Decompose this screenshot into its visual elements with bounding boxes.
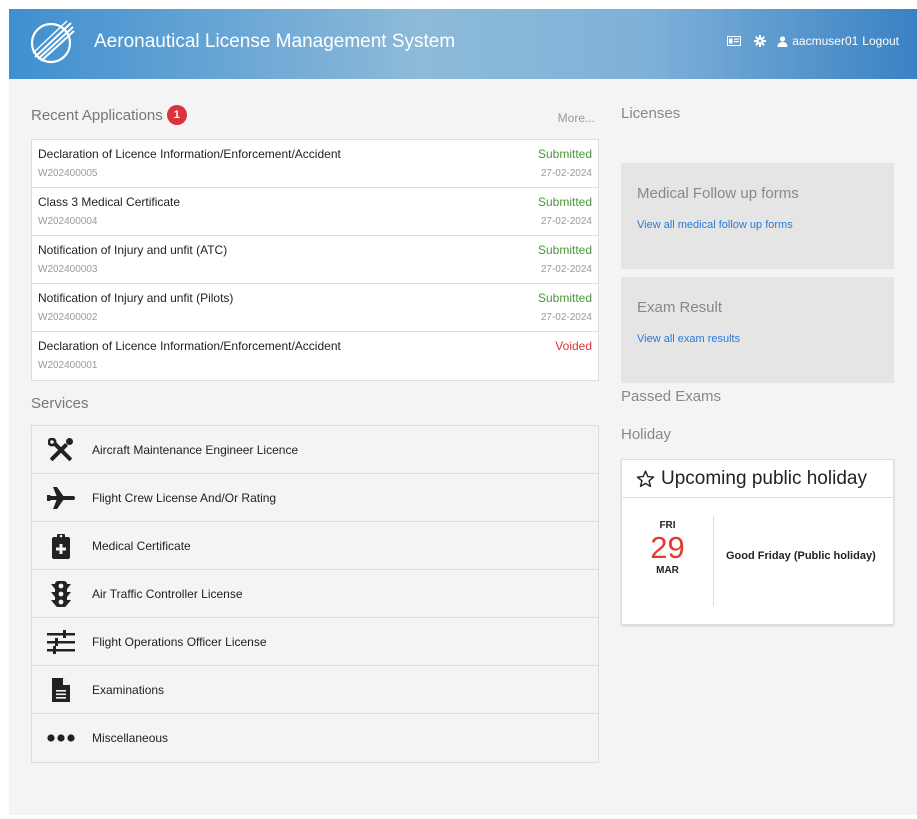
- holiday-name: Good Friday (Public holiday): [726, 550, 876, 562]
- medical-follow-up-panel: Medical Follow up forms View all medical…: [621, 163, 894, 269]
- logout-label: Logout: [862, 34, 899, 48]
- panel-title: Medical Follow up forms: [637, 185, 799, 202]
- application-date: 27-02-2024: [540, 264, 592, 275]
- status-badge: Submitted: [537, 147, 592, 161]
- list-item[interactable]: Notification of Injury and unfit (ATC) W…: [32, 236, 598, 284]
- header-actions: aacmuser01 Logout: [725, 33, 899, 49]
- status-badge: Voided: [555, 339, 592, 353]
- service-label: Examinations: [92, 682, 165, 697]
- more-link[interactable]: More...: [558, 111, 595, 125]
- panel-title: Exam Result: [637, 299, 723, 316]
- service-item-flight-crew[interactable]: Flight Crew License And/Or Rating: [32, 474, 598, 522]
- service-item-aircraft-maintenance[interactable]: Aircraft Maintenance Engineer Licence: [32, 426, 598, 474]
- holiday-month: MAR: [656, 565, 679, 576]
- recent-applications-header: Recent Applications 1: [31, 105, 599, 125]
- application-name: Notification of Injury and unfit (ATC): [38, 243, 228, 257]
- user-icon: [777, 35, 788, 47]
- status-badge: Submitted: [537, 195, 592, 209]
- plane-icon: [38, 486, 84, 510]
- service-label: Aircraft Maintenance Engineer Licence: [92, 442, 299, 457]
- gear-icon[interactable]: [751, 33, 769, 49]
- licenses-title: Licenses: [621, 105, 681, 122]
- holiday-date: FRI 29 MAR: [622, 516, 714, 606]
- id-card-icon[interactable]: [725, 33, 743, 49]
- status-badge: Submitted: [537, 243, 592, 257]
- application-name: Class 3 Medical Certificate: [38, 195, 181, 209]
- notification-badge: 1: [166, 105, 187, 125]
- view-exam-results-link[interactable]: View all exam results: [637, 333, 740, 345]
- tools-icon: [38, 437, 84, 462]
- holiday-card: Upcoming public holiday FRI 29 MAR Good …: [621, 459, 894, 625]
- star-icon: [636, 469, 655, 487]
- service-item-air-traffic-controller[interactable]: Air Traffic Controller License: [32, 570, 598, 618]
- application-date: 27-02-2024: [540, 216, 592, 227]
- application-code: W202400003: [38, 264, 98, 275]
- app-title: Aeronautical License Management System: [94, 31, 456, 52]
- passed-exams-title: Passed Exams: [621, 388, 722, 405]
- recent-applications-list: Declaration of Licence Information/Enfor…: [31, 139, 599, 381]
- app-frame: Aeronautical License Management System a…: [9, 9, 917, 815]
- medical-clipboard-icon: [38, 533, 84, 559]
- recent-title-text: Recent Applications: [31, 106, 163, 124]
- application-code: W202400001: [38, 360, 98, 371]
- status-badge: Submitted: [537, 291, 592, 305]
- list-item[interactable]: Notification of Injury and unfit (Pilots…: [32, 284, 598, 332]
- holiday-card-title: Upcoming public holiday: [661, 467, 867, 489]
- holiday-title: Holiday: [621, 426, 672, 443]
- service-label: Flight Crew License And/Or Rating: [92, 490, 277, 505]
- list-item[interactable]: Declaration of Licence Information/Enfor…: [32, 140, 598, 188]
- application-name: Declaration of Licence Information/Enfor…: [38, 339, 341, 353]
- holiday-day-number: 29: [650, 530, 685, 565]
- application-name: Notification of Injury and unfit (Pilots…: [38, 291, 234, 305]
- application-date: 27-02-2024: [540, 312, 592, 323]
- view-medical-forms-link[interactable]: View all medical follow up forms: [637, 219, 793, 231]
- user-logout-link[interactable]: aacmuser01 Logout: [777, 34, 899, 48]
- service-item-medical-certificate[interactable]: Medical Certificate: [32, 522, 598, 570]
- service-item-examinations[interactable]: Examinations: [32, 666, 598, 714]
- username: aacmuser01: [792, 34, 859, 48]
- application-name: Declaration of Licence Information/Enfor…: [38, 147, 341, 161]
- holiday-card-header: Upcoming public holiday: [622, 460, 893, 498]
- application-code: W202400004: [38, 216, 98, 227]
- list-item[interactable]: Declaration of Licence Information/Enfor…: [32, 332, 598, 380]
- services-title: Services: [31, 395, 89, 412]
- recent-applications-title: Recent Applications 1: [31, 105, 599, 125]
- ellipsis-icon: [38, 734, 84, 742]
- list-item[interactable]: Class 3 Medical Certificate W202400004 S…: [32, 188, 598, 236]
- application-code: W202400002: [38, 312, 98, 323]
- application-code: W202400005: [38, 168, 98, 179]
- service-label: Miscellaneous: [92, 731, 169, 745]
- service-label: Air Traffic Controller License: [92, 586, 243, 601]
- services-list: Aircraft Maintenance Engineer Licence Fl…: [31, 425, 599, 763]
- traffic-light-icon: [38, 580, 84, 607]
- logo-icon: [29, 19, 75, 65]
- service-label: Medical Certificate: [92, 538, 191, 553]
- application-date: 27-02-2024: [540, 168, 592, 179]
- service-item-miscellaneous[interactable]: Miscellaneous: [32, 714, 598, 762]
- exam-result-panel: Exam Result View all exam results: [621, 277, 894, 383]
- sliders-icon: [38, 629, 84, 654]
- top-header: Aeronautical License Management System a…: [9, 9, 917, 79]
- document-icon: [38, 677, 84, 702]
- service-label: Flight Operations Officer License: [92, 634, 267, 649]
- service-item-flight-operations[interactable]: Flight Operations Officer License: [32, 618, 598, 666]
